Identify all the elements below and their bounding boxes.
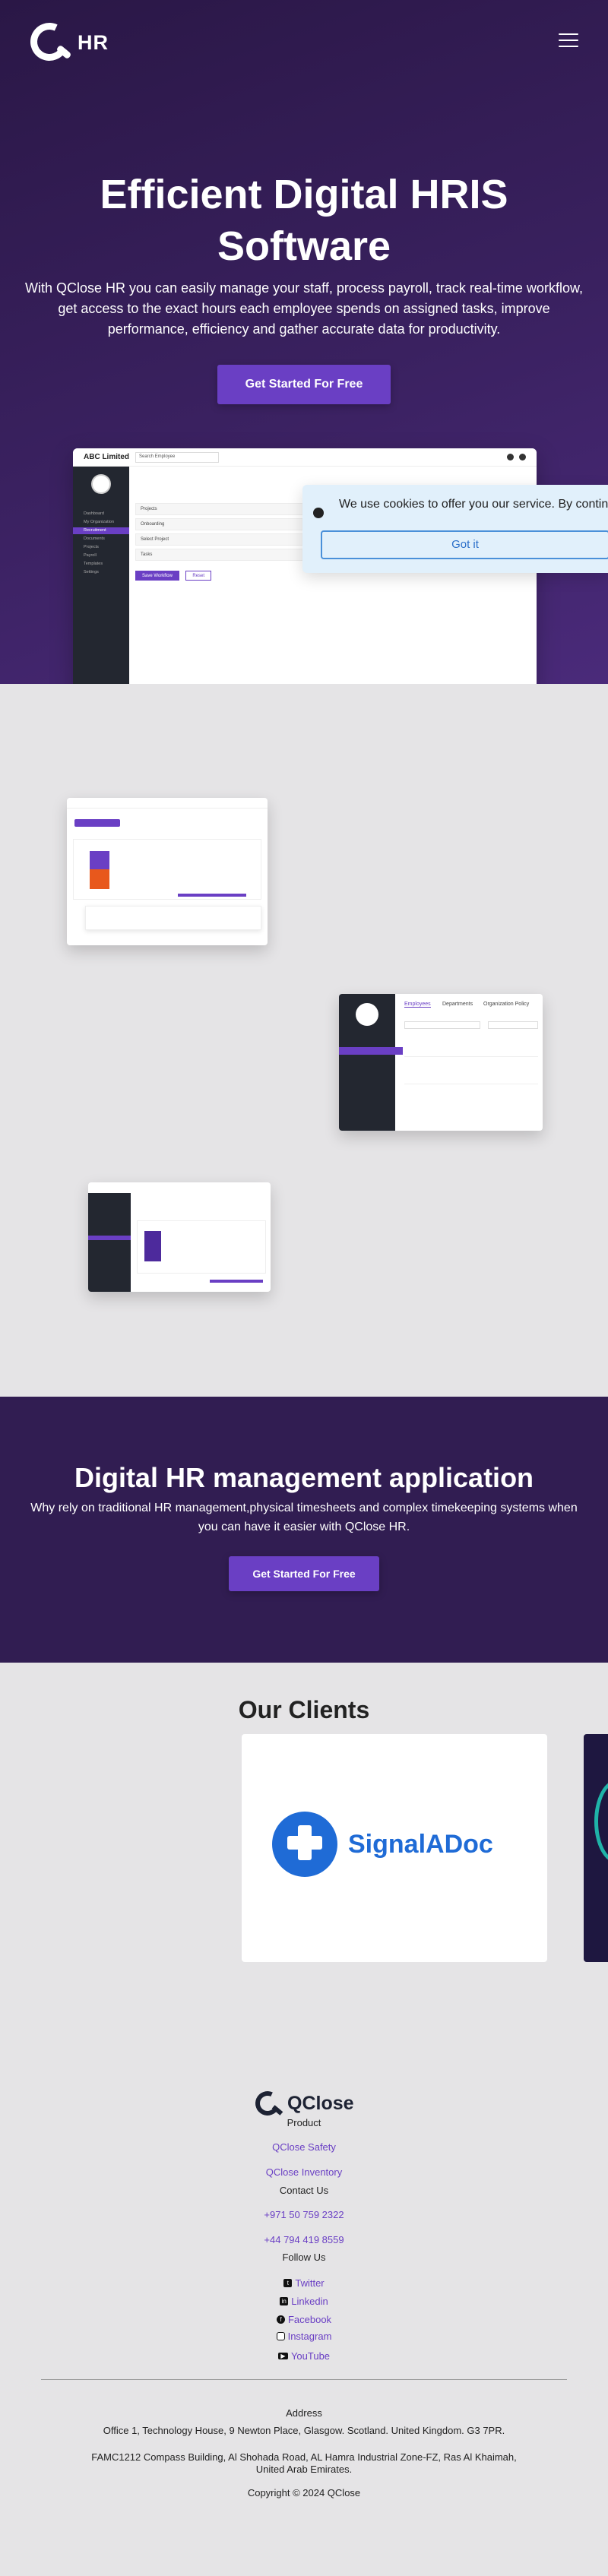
youtube-link-label: YouTube [290,2350,331,2362]
medical-cross-icon [272,1812,337,1877]
tab-departments: Departments [442,1002,473,1007]
mock-nav-item: Documents [84,536,105,541]
footer-copyright: Copyright © 2024 QClose [247,2487,361,2498]
mock-nav-item: My Organization [84,520,115,524]
hamburger-icon[interactable] [559,33,578,49]
tab-employees: Employees [404,1002,431,1008]
mock-nav-item: Settings [84,570,99,574]
bell-icon [507,454,514,460]
linkedin-link-label: Linkedin [291,2296,328,2307]
footer-social-facebook[interactable]: f Facebook [0,2312,608,2325]
instagram-icon [276,2332,285,2340]
mock-reset-button: Reset [185,571,212,581]
signaladoc-logo: SignalADoc [272,1812,493,1877]
footer-social-instagram[interactable]: Instagram [0,2331,608,2343]
cookie-banner: We use cookies to offer you our service.… [302,485,608,573]
clients-title: Our Clients [238,1696,370,1723]
footer-logo[interactable]: QClose [252,2087,354,2119]
mock-workflow-form: Projects Onboarding Select Project Tasks… [135,503,310,581]
footer-address-heading: Address [286,2407,322,2419]
cta-title: Digital HR management application [74,1462,534,1493]
qclose-hr-logo[interactable]: HR [24,17,109,67]
mock-nav-item: Projects [84,545,99,549]
footer-social-linkedin[interactable]: in Linkedin [0,2294,608,2307]
facebook-link-label: Facebook [287,2314,332,2325]
user-icon [519,454,526,460]
footer-social-twitter[interactable]: t Twitter [0,2276,608,2289]
linkedin-icon: in [280,2297,289,2305]
avatar [91,474,111,494]
youtube-icon: ▶ [277,2353,288,2359]
cookie-message: We use cookies to offer you our service.… [339,498,608,511]
mock-row: Onboarding [135,518,310,530]
hero-title: Efficient Digital HRIS Software [100,172,508,269]
hero-subtitle: With QClose HR you can easily manage you… [25,280,583,337]
footer-social-youtube[interactable]: ▶ YouTube [0,2349,608,2362]
report-chart-screenshot [67,798,268,945]
payroll-chart-screenshot [88,1182,271,1292]
mock-row: Projects [135,503,310,515]
get-started-button[interactable]: Get Started For Free [217,365,391,404]
mock-company-name: ABC Limited [84,453,129,461]
footer-link-safety[interactable]: QClose Safety [0,2141,608,2153]
q-logo-icon [252,2087,287,2119]
cta-section: Digital HR management application Why re… [0,1397,608,1663]
footer-product-heading: Product [287,2117,321,2128]
get-started-button-secondary[interactable]: Get Started For Free [229,1556,379,1591]
tab-organization-policy: Organization Policy [483,1002,530,1007]
footer-contact-heading: Contact Us [279,2185,329,2196]
mock-save-button: Save Workflow [135,571,179,581]
q-logo-icon [24,17,74,67]
cookie-accept-button[interactable]: Got it [321,530,608,559]
footer-link-inventory[interactable]: QClose Inventory [0,2166,608,2178]
mock-row: Select Project [135,533,310,546]
facebook-icon: f [276,2315,285,2324]
twitter-icon: t [283,2279,293,2287]
twitter-link-label: Twitter [295,2277,325,2289]
mock-nav-item: Dashboard [84,511,104,516]
footer-address-uae: FAMC1212 Compass Building, Al Shohada Ro… [91,2451,517,2475]
mock-row: Tasks [135,549,310,561]
employees-screenshot: Employees Departments Organization Polic… [339,994,543,1131]
cookie-icon [313,508,324,518]
footer-address-uk: Office 1, Technology House, 9 Newton Pla… [103,2425,505,2436]
mock-nav-item: Recruitment [73,527,129,534]
mock-sidebar: Dashboard My Organization Recruitment Do… [73,467,129,684]
client-card: SignalADoc [242,1734,547,1962]
footer-follow-heading: Follow Us [282,2252,326,2263]
client-name: SignalADoc [348,1829,493,1859]
footer-brand: QClose [287,2092,354,2114]
mock-nav-item: Payroll [84,553,97,558]
instagram-link-label: Instagram [287,2331,332,2342]
mock-nav-item: Templates [84,562,103,566]
footer-phone-uae[interactable]: +971 50 759 2322 [0,2209,608,2220]
logo-text: HR [78,30,109,54]
footer-phone-uk[interactable]: +44 794 419 8559 [0,2234,608,2245]
hero-section: HR Efficient Digital HRIS Software With … [0,0,608,684]
mock-search-field: Search Employee [135,452,219,463]
footer-divider [41,2379,567,2380]
cta-subtitle: Why rely on traditional HR management,ph… [30,1502,578,1533]
client-card-next [584,1734,608,1962]
